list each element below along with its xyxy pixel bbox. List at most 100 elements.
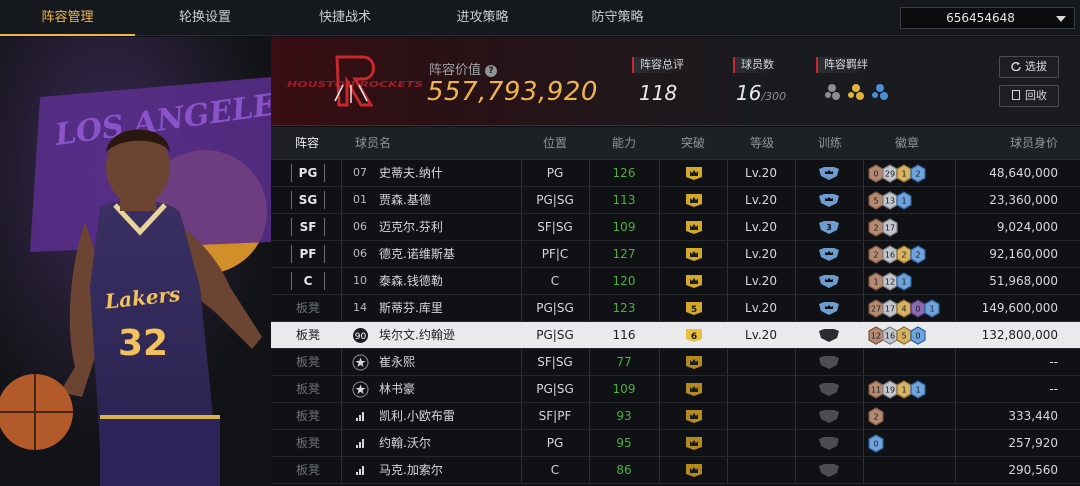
position-slot: PF (291, 245, 325, 263)
training-level: 3 (826, 223, 832, 232)
training-icon[interactable] (818, 409, 840, 424)
help-icon[interactable]: ? (485, 65, 498, 77)
column-divider (341, 457, 342, 483)
player-value: 48,640,000 (989, 166, 1058, 180)
col-position[interactable]: 位置 (543, 127, 567, 160)
column-divider (863, 457, 864, 483)
table-row[interactable]: C 10 泰森.钱德勒 C 120 Lv.20 1 12 1 51,968,000 (271, 268, 1080, 295)
column-divider (659, 241, 660, 267)
column-divider (955, 430, 956, 456)
bench-label: 板凳 (296, 301, 321, 315)
tab-lineup-management[interactable]: 阵容管理 (0, 0, 135, 36)
player-name: 德克.诺维斯基 (379, 247, 455, 261)
tab-rotation-settings[interactable]: 轮换设置 (135, 0, 275, 36)
col-name[interactable]: 球员名 (355, 127, 391, 160)
bond-icon-2[interactable] (848, 84, 864, 100)
player-value: -- (1049, 382, 1058, 396)
table-row[interactable]: SF 06 迈克尔.芬利 SF|SG 109 Lv.20 3 2 17 9,024,000 (271, 214, 1080, 241)
bond-icon-3[interactable] (872, 84, 888, 100)
bond-icons (825, 84, 888, 100)
training-icon[interactable] (818, 274, 840, 289)
badge-count: 1 (901, 386, 906, 395)
col-ability[interactable]: 能力 (612, 127, 636, 160)
position-slot: C (291, 272, 325, 290)
breakthrough-crown-icon (686, 464, 702, 477)
table-row[interactable]: 板凳 约翰.沃尔 PG 95 0 257,920 (271, 430, 1080, 457)
badge-list: 27 17 4 0 1 (868, 299, 940, 318)
training-icon[interactable]: 3 (818, 220, 840, 235)
col-breakthrough[interactable]: 突破 (681, 127, 705, 160)
training-icon[interactable] (818, 166, 840, 181)
badge-count: 17 (885, 305, 895, 314)
recycle-button[interactable]: 回收 (999, 85, 1059, 107)
badge-count: 2 (915, 251, 920, 260)
position-slot: SF (291, 218, 325, 236)
col-value[interactable]: 球员身价 (1010, 127, 1058, 160)
training-icon[interactable] (818, 355, 840, 370)
table-row[interactable]: PG 07 史蒂夫.纳什 PG 126 Lv.20 0 29 1 2 48,640,000 (271, 160, 1080, 187)
training-icon[interactable] (818, 247, 840, 262)
table-row[interactable]: PF 06 德克.诺维斯基 PF|C 127 Lv.20 2 16 2 2 92,160,000 (271, 241, 1080, 268)
bond-icon-1[interactable] (825, 84, 840, 100)
column-divider (341, 349, 342, 375)
training-icon[interactable] (818, 193, 840, 208)
column-divider (727, 403, 728, 429)
training-icon[interactable] (818, 436, 840, 451)
rating-label: 阵容总评 (632, 57, 684, 73)
training-icon[interactable] (818, 328, 840, 343)
tab-offense-strategy[interactable]: 进攻策略 (415, 0, 550, 36)
badge-count: 5 (873, 197, 878, 206)
badge-list: 5 13 1 (868, 191, 912, 210)
col-level[interactable]: 等级 (750, 127, 774, 160)
tab-quick-tactics[interactable]: 快捷战术 (275, 0, 415, 36)
table-row[interactable]: 板凳 14 斯蒂芬.库里 PG|SG 123 5 Lv.20 27 17 4 0 1 149,600,0… (271, 295, 1080, 322)
training-icon[interactable] (818, 382, 840, 397)
badge-count: 29 (885, 170, 895, 179)
badge-count: 11 (871, 386, 881, 395)
column-divider (341, 376, 342, 402)
badge-count: 27 (871, 305, 881, 314)
col-training[interactable]: 训练 (818, 127, 842, 160)
col-badges[interactable]: 徽章 (895, 127, 919, 160)
player-ability: 77 (616, 355, 632, 369)
column-divider (955, 295, 956, 321)
table-row[interactable]: 板凳 崔永熙 SF|SG 77 -- (271, 349, 1080, 376)
account-dropdown[interactable]: 656454648 (900, 7, 1075, 29)
table-row[interactable]: 板凳 90 埃尔文.约翰逊 PG|SG 116 6 Lv.20 12 16 5 0 132,800,0… (271, 322, 1080, 349)
select-button[interactable]: 选拔 (999, 56, 1059, 78)
player-position: PG|SG (536, 193, 574, 207)
player-position: PG|SG (536, 382, 574, 396)
column-divider (659, 160, 660, 186)
account-id: 656454648 (946, 11, 1015, 25)
player-ability: 126 (612, 166, 636, 180)
tab-defense-strategy[interactable]: 防守策略 (550, 0, 685, 36)
col-lineup[interactable]: 阵容 (295, 127, 319, 160)
table-row[interactable]: SG 01 贾森.基德 PG|SG 113 Lv.20 5 13 1 23,360,000 (271, 187, 1080, 214)
column-divider (659, 430, 660, 456)
badge-list: 2 16 2 2 (868, 245, 926, 264)
breakthrough-crown-icon (686, 194, 702, 207)
player-ability: 116 (612, 328, 636, 342)
training-icon[interactable] (818, 463, 840, 478)
player-level: Lv.20 (745, 220, 777, 234)
column-divider (659, 187, 660, 213)
player-position: SF|SG (537, 220, 573, 234)
column-divider (341, 241, 342, 267)
breakthrough-crown-icon (686, 167, 702, 180)
badge-count: 1 (873, 278, 878, 287)
breakthrough-level: 6 (691, 332, 697, 342)
column-divider (955, 457, 956, 483)
breakthrough-crown-icon (686, 437, 702, 450)
column-divider (863, 214, 864, 240)
badge-list: 11 19 1 1 (868, 380, 926, 399)
table-row[interactable]: 板凳 凯利.小欧布雷 SF|PF 93 2 333,440 (271, 403, 1080, 430)
table-row[interactable]: 板凳 林书豪 PG|SG 109 11 19 1 1 -- (271, 376, 1080, 403)
breakthrough-crown-icon (686, 275, 702, 288)
player-level: Lv.20 (745, 166, 777, 180)
player-value: 132,800,000 (981, 328, 1058, 342)
column-divider (955, 376, 956, 402)
badge-count: 16 (885, 332, 895, 341)
player-ability: 120 (612, 274, 636, 288)
training-icon[interactable] (818, 301, 840, 316)
table-row[interactable]: 板凳 马克.加索尔 C 86 290,560 (271, 457, 1080, 484)
